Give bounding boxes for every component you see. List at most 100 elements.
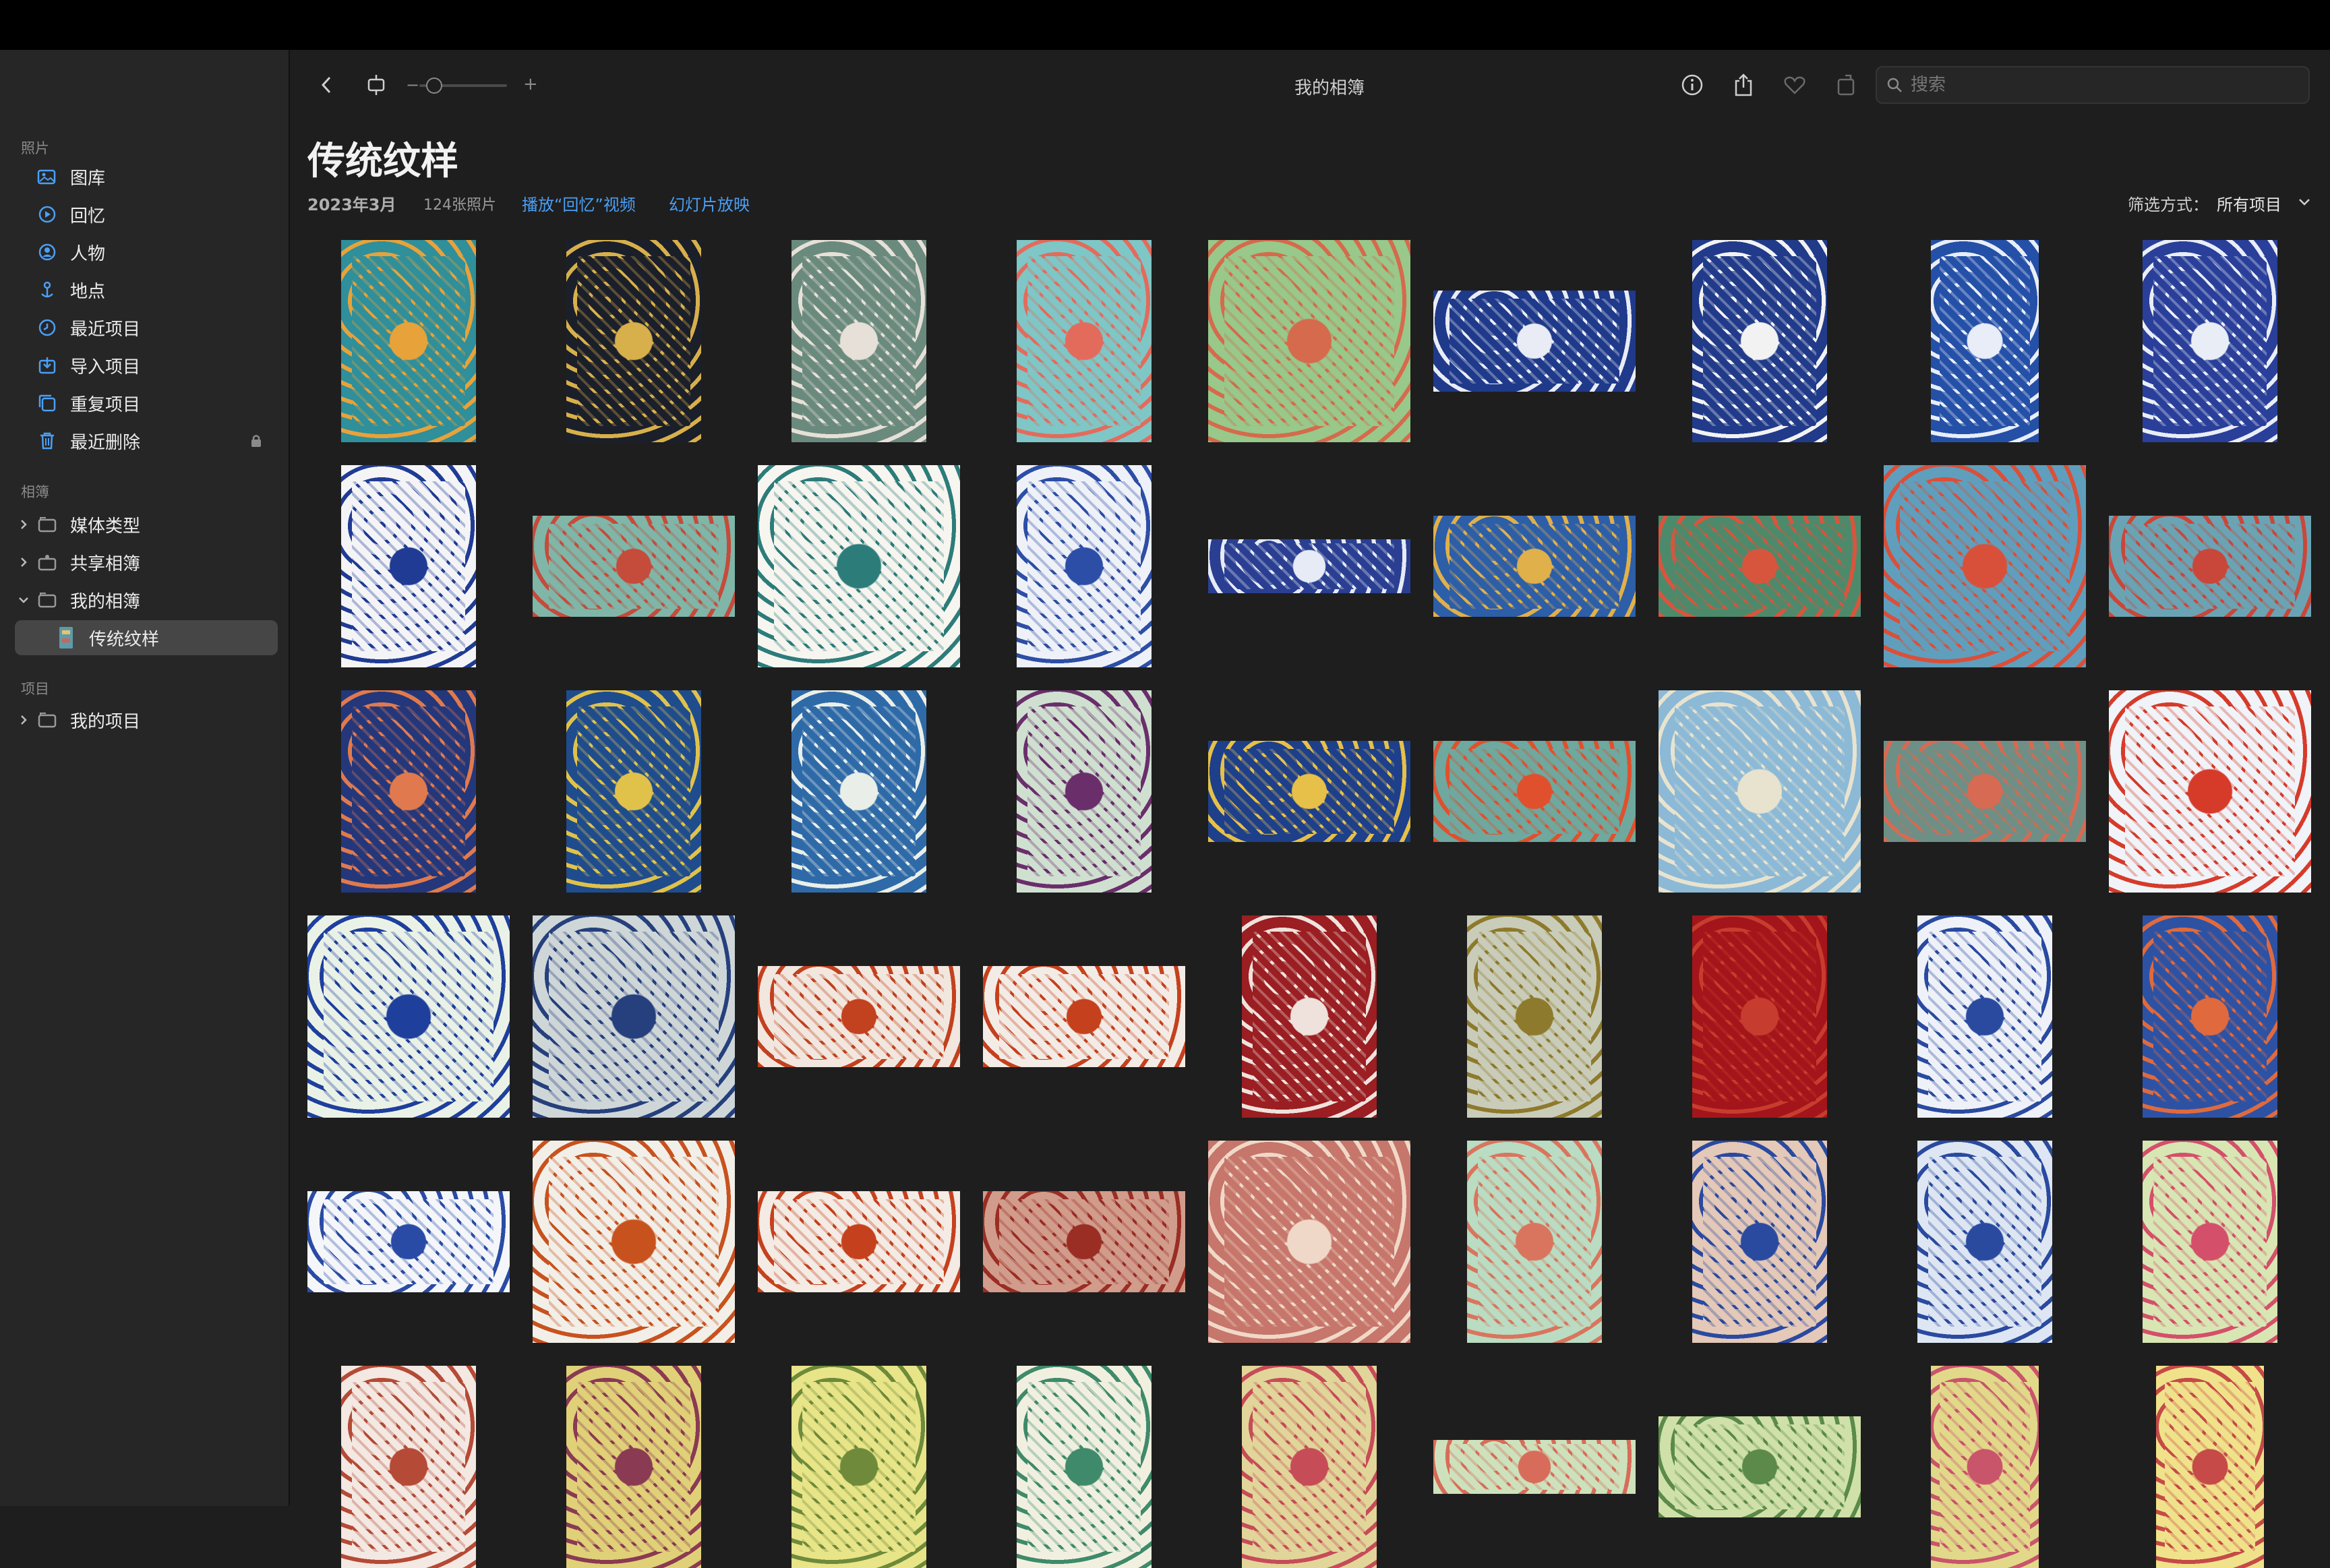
sidebar-item-duplicates[interactable]: 重复项目	[15, 386, 278, 421]
photo-thumbnail[interactable]	[1208, 1141, 1410, 1343]
photo-thumbnail[interactable]	[1659, 690, 1861, 893]
photo-thumbnail[interactable]	[758, 465, 960, 667]
photo-thumbnail[interactable]	[533, 1141, 735, 1343]
zoom-out-label[interactable]: −	[406, 76, 419, 94]
photo-thumbnail[interactable]	[1017, 465, 1152, 667]
chevron-right-icon[interactable]	[18, 518, 30, 531]
photo-thumbnail[interactable]	[2143, 1141, 2277, 1343]
photo-thumbnail[interactable]	[791, 690, 926, 893]
photo-thumbnail[interactable]	[341, 465, 476, 667]
photo-thumbnail[interactable]	[2109, 690, 2311, 893]
rotate-image-button[interactable]	[1831, 70, 1861, 100]
photo-thumbnail[interactable]	[1659, 1416, 1861, 1517]
photo-thumbnail[interactable]	[1692, 240, 1827, 442]
photo-thumbnail[interactable]	[1884, 741, 2086, 842]
favorite-button[interactable]	[1780, 70, 1810, 100]
photo-thumbnail[interactable]	[533, 915, 735, 1118]
photo-thumbnail[interactable]	[791, 240, 926, 442]
photo-thumbnail[interactable]	[983, 1191, 1185, 1292]
chevron-right-icon[interactable]	[18, 556, 30, 568]
sidebar-item-people[interactable]: 人物	[15, 235, 278, 270]
photo-thumbnail[interactable]	[307, 1191, 510, 1292]
photo-thumbnail[interactable]	[1467, 915, 1602, 1118]
play-memory-link[interactable]: 播放“回忆”视频	[522, 191, 636, 215]
rotate-button[interactable]	[361, 70, 391, 100]
info-button[interactable]	[1677, 70, 1707, 100]
photo-thumbnail[interactable]	[1884, 465, 2086, 667]
photo-thumbnail[interactable]	[1017, 690, 1152, 893]
sidebar-item-memories[interactable]: 回忆	[15, 197, 278, 232]
photo-thumbnail[interactable]	[1208, 741, 1410, 842]
photo-thumbnail[interactable]	[2156, 1366, 2264, 1568]
pattern-motif	[549, 524, 719, 609]
photo-thumbnail[interactable]	[566, 690, 701, 893]
share-button[interactable]	[1729, 70, 1758, 100]
search-field[interactable]	[1876, 66, 2310, 104]
pattern-motif	[1675, 706, 1845, 876]
photo-thumbnail[interactable]	[341, 240, 476, 442]
photo-thumbnail[interactable]	[566, 1366, 701, 1568]
photo-thumbnail[interactable]	[758, 966, 960, 1067]
photo-thumbnail[interactable]	[1659, 516, 1861, 617]
info-icon	[1681, 74, 1703, 96]
back-button[interactable]	[311, 70, 341, 100]
sidebar-item-imports[interactable]: 导入项目	[15, 348, 278, 383]
pattern-motif	[549, 932, 719, 1102]
photo-thumbnail[interactable]	[2109, 516, 2311, 617]
pattern-motif	[1450, 524, 1619, 609]
sidebar-item-recents[interactable]: 最近项目	[15, 310, 278, 345]
pattern-motif	[1928, 932, 2041, 1102]
sidebar-item-selected-album[interactable]: 传统纹样	[15, 620, 278, 655]
pattern-motif	[2153, 1157, 2267, 1327]
photo-grid	[307, 240, 2330, 1568]
photo-thumbnail[interactable]	[1692, 915, 1827, 1118]
photo-thumbnail[interactable]	[566, 240, 701, 442]
photo-thumbnail[interactable]	[1433, 741, 1636, 842]
photo-thumbnail[interactable]	[2143, 240, 2277, 442]
sidebar-item-recently-deleted[interactable]: 最近删除	[15, 423, 278, 458]
photo-thumbnail[interactable]	[1208, 539, 1410, 593]
photo-thumbnail[interactable]	[1917, 915, 2052, 1118]
photo-thumbnail[interactable]	[1017, 240, 1152, 442]
photo-thumbnail[interactable]	[1433, 291, 1636, 392]
photo-thumbnail[interactable]	[983, 966, 1185, 1067]
filter-dropdown[interactable]: 所有项目	[2217, 191, 2281, 215]
pattern-motif	[352, 256, 465, 426]
photo-thumbnail[interactable]	[2143, 915, 2277, 1118]
photo-thumbnail[interactable]	[341, 690, 476, 893]
photo-thumbnail[interactable]	[307, 915, 510, 1118]
photo-thumbnail[interactable]	[1242, 1366, 1377, 1568]
photo-thumbnail[interactable]	[791, 1366, 926, 1568]
photo-thumbnail[interactable]	[1208, 240, 1410, 442]
pattern-motif	[2125, 524, 2295, 609]
pattern-motif	[1939, 256, 2031, 426]
sidebar-item-my-projects[interactable]: 我的项目	[15, 702, 278, 737]
photo-thumbnail[interactable]	[341, 1366, 476, 1568]
photo-thumbnail[interactable]	[1931, 1366, 2039, 1568]
zoom-slider-knob[interactable]	[426, 78, 442, 94]
zoom-in-label[interactable]: +	[523, 74, 538, 94]
photo-thumbnail[interactable]	[1242, 915, 1377, 1118]
slideshow-link[interactable]: 幻灯片放映	[669, 191, 750, 215]
photo-thumbnail[interactable]	[758, 1191, 960, 1292]
photo-thumbnail[interactable]	[1931, 240, 2039, 442]
photo-thumbnail[interactable]	[1017, 1366, 1152, 1568]
sidebar-item-label: 传统纹样	[89, 629, 160, 650]
sidebar-item-library[interactable]: 图库	[15, 159, 278, 194]
sidebar-item-my-albums[interactable]: 我的相簿	[15, 582, 278, 617]
photo-thumbnail[interactable]	[1692, 1141, 1827, 1343]
photo-thumbnail[interactable]	[1917, 1141, 2052, 1343]
chevron-right-icon[interactable]	[18, 714, 30, 726]
sidebar-item-places[interactable]: 地点	[15, 272, 278, 307]
search-input[interactable]	[1911, 75, 2288, 95]
chevron-down-icon[interactable]	[18, 594, 30, 606]
people-icon	[34, 239, 61, 266]
photo-thumbnail[interactable]	[1467, 1141, 1602, 1343]
photo-thumbnail[interactable]	[1433, 516, 1636, 617]
sidebar-item-shared-albums[interactable]: 共享相簿	[15, 545, 278, 580]
pattern-motif	[1450, 299, 1619, 384]
photo-thumbnail[interactable]	[533, 516, 735, 617]
photo-thumbnail[interactable]	[1433, 1440, 1636, 1494]
chevron-down-icon[interactable]	[2298, 197, 2311, 210]
sidebar-item-media-types[interactable]: 媒体类型	[15, 507, 278, 542]
